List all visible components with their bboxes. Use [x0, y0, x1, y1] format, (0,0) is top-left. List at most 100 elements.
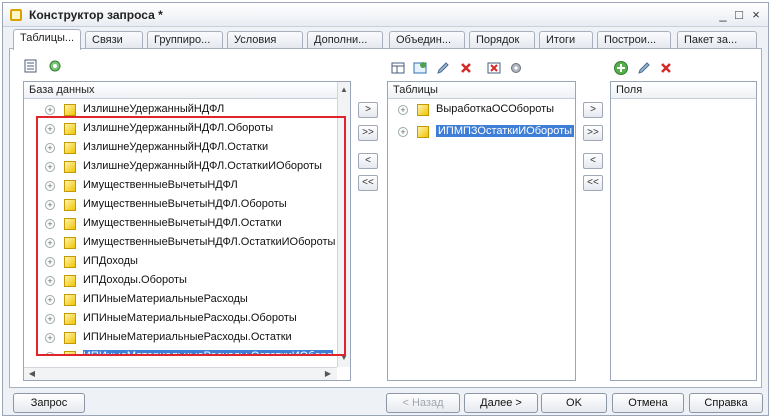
table-icon: [64, 313, 76, 325]
database-item-label: ИПДоходы: [83, 255, 138, 267]
database-hscroll[interactable]: ◀ ▶: [24, 367, 337, 380]
scroll-up-icon[interactable]: ▲: [338, 84, 350, 96]
tab-bar: Таблицы... Связи Группиро... Условия Доп…: [3, 27, 768, 50]
database-item[interactable]: + ИзлишнеУдержанныйНДФЛ: [23, 101, 333, 120]
fields-move-right-button[interactable]: >: [583, 102, 603, 118]
tab-tables[interactable]: Таблицы...: [13, 29, 81, 50]
table-icon: [64, 199, 76, 211]
database-item[interactable]: + ИПДоходы: [23, 253, 333, 272]
database-item-label: ИзлишнеУдержанныйНДФЛ.Обороты: [83, 122, 274, 134]
expand-icon[interactable]: +: [398, 105, 408, 115]
expand-icon[interactable]: +: [45, 295, 55, 305]
database-item-label: ИзлишнеУдержанныйНДФЛ: [83, 103, 225, 115]
database-item[interactable]: + ИПИныеМатериальныеРасходы: [23, 291, 333, 310]
fields-move-all-right-button[interactable]: >>: [583, 125, 603, 141]
tab-grouping[interactable]: Группиро...: [147, 31, 223, 49]
tables-header: Таблицы: [388, 82, 575, 99]
add-subquery-icon[interactable]: [412, 60, 428, 76]
delete-icon[interactable]: [458, 60, 474, 76]
expand-icon[interactable]: +: [45, 219, 55, 229]
add-table-icon[interactable]: [390, 60, 406, 76]
selected-table-item[interactable]: + ВыработкаОСОбороты: [376, 101, 574, 120]
fields-header: Поля: [611, 82, 756, 99]
table-icon: [64, 142, 76, 154]
expand-icon[interactable]: +: [45, 276, 55, 286]
table-icon: [64, 218, 76, 230]
list-icon[interactable]: [23, 58, 39, 74]
database-item[interactable]: + ИзлишнеУдержанныйНДФЛ.Остатки: [23, 139, 333, 158]
help-button[interactable]: Справка: [689, 393, 763, 413]
table-icon: [64, 161, 76, 173]
database-item-label: ИПИныеМатериальныеРасходы.Обороты: [83, 312, 297, 324]
tab-conditions[interactable]: Условия: [227, 31, 303, 49]
move-all-right-button[interactable]: >>: [358, 125, 378, 141]
scroll-left-icon[interactable]: ◀: [26, 368, 38, 380]
tab-batch[interactable]: Пакет за...: [677, 31, 757, 49]
table-icon: [64, 294, 76, 306]
expand-icon[interactable]: +: [45, 124, 55, 134]
database-vscroll[interactable]: ▲ ▼: [337, 82, 350, 367]
fields-move-left-button[interactable]: <: [583, 153, 603, 169]
expand-icon[interactable]: +: [45, 200, 55, 210]
delete-field-icon[interactable]: [658, 60, 674, 76]
scroll-down-icon[interactable]: ▼: [338, 352, 350, 364]
database-item[interactable]: + ИПДоходы.Обороты: [23, 272, 333, 291]
tab-builder[interactable]: Построи...: [597, 31, 671, 49]
tab-totals[interactable]: Итоги: [539, 31, 593, 49]
expand-icon[interactable]: +: [45, 238, 55, 248]
scroll-right-icon[interactable]: ▶: [322, 368, 334, 380]
move-right-button[interactable]: >: [358, 102, 378, 118]
cancel-button[interactable]: Отмена: [612, 393, 684, 413]
table-icon: [64, 237, 76, 249]
database-item[interactable]: + ИмущественныеВычетыНДФЛ: [23, 177, 333, 196]
next-button[interactable]: Далее >: [464, 393, 538, 413]
database-item-label: ИПИныеМатериальныеРасходы.ОстаткиИОборо: [83, 350, 333, 356]
database-item[interactable]: + ИПИныеМатериальныеРасходы.Обороты: [23, 310, 333, 329]
ok-button[interactable]: OK: [541, 393, 607, 413]
expand-icon[interactable]: +: [45, 162, 55, 172]
expand-icon[interactable]: +: [45, 333, 55, 343]
selected-table-item[interactable]: + ИПМПЗОстаткиИОбороты: [376, 123, 575, 142]
delete-table-icon[interactable]: [486, 60, 502, 76]
tab-union[interactable]: Объедин...: [389, 31, 465, 49]
expand-icon[interactable]: +: [45, 352, 55, 356]
expand-icon[interactable]: +: [45, 143, 55, 153]
table-icon: [64, 104, 76, 116]
maximize-icon[interactable]: □: [731, 7, 747, 23]
move-all-left-button[interactable]: <<: [358, 175, 378, 191]
move-left-button[interactable]: <: [358, 153, 378, 169]
table-icon: [64, 256, 76, 268]
expand-icon[interactable]: +: [45, 314, 55, 324]
table-icon: [64, 275, 76, 287]
query-builder-window: Конструктор запроса * _ □ × Таблицы... С…: [2, 2, 769, 416]
tab-links[interactable]: Связи: [85, 31, 143, 49]
database-item-label: ИПИныеМатериальныеРасходы: [83, 293, 248, 305]
database-item[interactable]: + ИПИныеМатериальныеРасходы.ОстаткиИОборо: [23, 348, 333, 356]
settings-icon[interactable]: [508, 60, 524, 76]
add-field-icon[interactable]: [613, 60, 629, 76]
database-item[interactable]: + ИмущественныеВычетыНДФЛ.ОстаткиИОбороты: [23, 234, 335, 253]
database-item[interactable]: + ИзлишнеУдержанныйНДФЛ.Обороты: [23, 120, 333, 139]
tab-order[interactable]: Порядок: [469, 31, 535, 49]
edit-field-icon[interactable]: [636, 60, 652, 76]
database-item-label: ИПДоходы.Обороты: [83, 274, 187, 286]
expand-icon[interactable]: +: [398, 127, 408, 137]
close-icon[interactable]: ×: [748, 7, 764, 23]
back-button[interactable]: < Назад: [386, 393, 460, 413]
fields-move-all-left-button[interactable]: <<: [583, 175, 603, 191]
tab-additional[interactable]: Дополни...: [307, 31, 383, 49]
database-item[interactable]: + ИмущественныеВычетыНДФЛ.Обороты: [23, 196, 333, 215]
database-item[interactable]: + ИПИныеМатериальныеРасходы.Остатки: [23, 329, 333, 348]
table-icon: [64, 180, 76, 192]
expand-icon[interactable]: +: [45, 181, 55, 191]
search-table-icon[interactable]: [47, 58, 63, 74]
edit-icon[interactable]: [435, 60, 451, 76]
table-icon: [417, 126, 429, 138]
minimize-icon[interactable]: _: [715, 7, 731, 23]
database-item[interactable]: + ИмущественныеВычетыНДФЛ.Остатки: [23, 215, 333, 234]
query-button[interactable]: Запрос: [13, 393, 85, 413]
table-icon: [64, 332, 76, 344]
expand-icon[interactable]: +: [45, 105, 55, 115]
expand-icon[interactable]: +: [45, 257, 55, 267]
database-item[interactable]: + ИзлишнеУдержанныйНДФЛ.ОстаткиИОбороты: [23, 158, 333, 177]
